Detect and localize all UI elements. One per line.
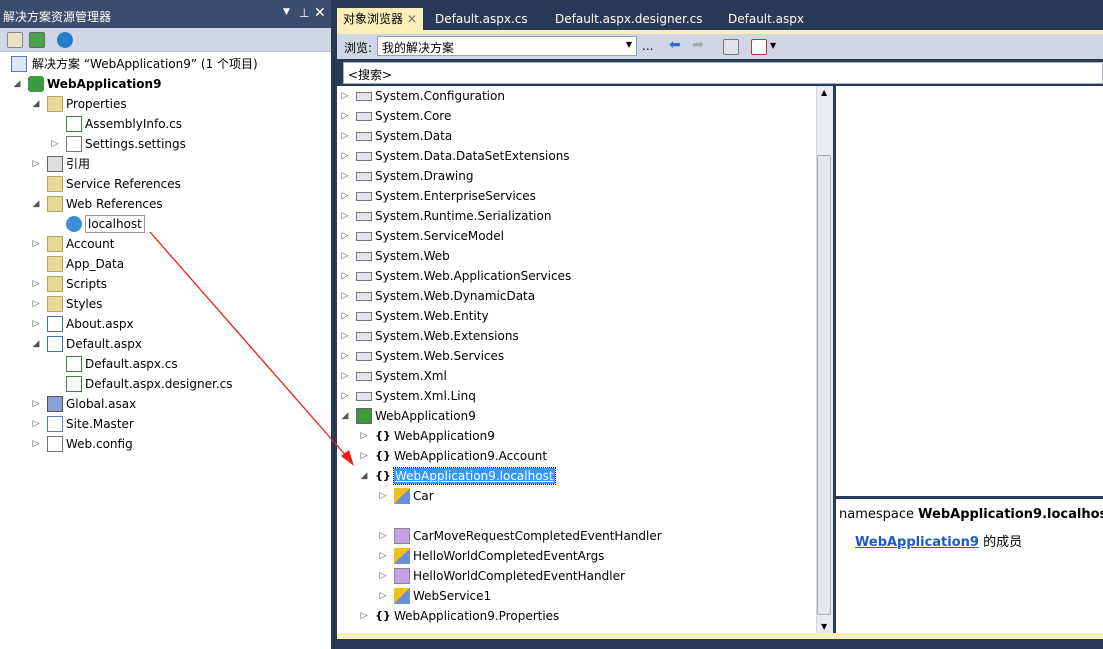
annotation-arrow: [149, 231, 354, 466]
